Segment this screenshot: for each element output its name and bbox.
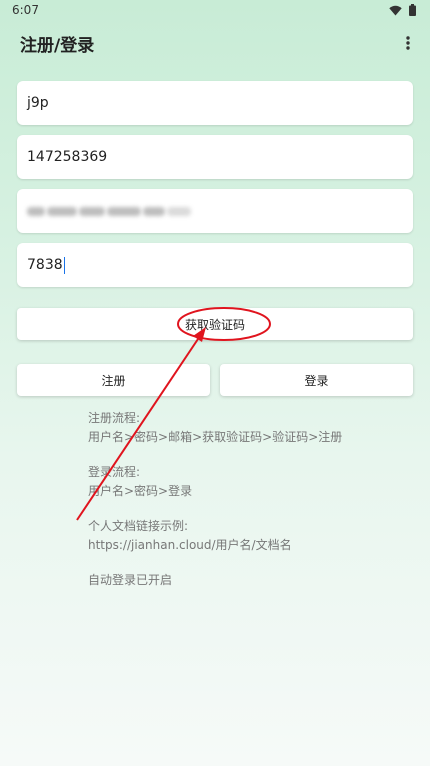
auto-login-block: 自动登录已开启 — [88, 571, 418, 590]
status-time: 6:07 — [12, 3, 39, 17]
email-value-blurred — [27, 206, 191, 216]
login-flow-block: 登录流程: 用户名>密码>登录 — [88, 463, 418, 501]
wifi-icon — [389, 5, 402, 15]
more-options-button[interactable] — [398, 29, 418, 57]
get-code-label: 获取验证码 — [184, 317, 245, 332]
instructions: 注册流程: 用户名>密码>邮箱>获取验证码>验证码>注册 登录流程: 用户名>密… — [88, 409, 418, 606]
more-vert-icon — [406, 36, 410, 50]
email-field[interactable] — [17, 189, 413, 233]
login-flow-steps: 用户名>密码>登录 — [88, 484, 193, 498]
register-flow-title: 注册流程: — [88, 411, 141, 425]
auto-login-status: 自动登录已开启 — [88, 573, 173, 587]
password-value: 147258369 — [27, 149, 108, 165]
username-value: j9p — [27, 95, 49, 111]
username-field[interactable]: j9p — [17, 81, 413, 125]
page-title: 注册/登录 — [20, 35, 95, 56]
login-button[interactable]: 登录 — [220, 364, 413, 396]
app-bar: 注册/登录 — [0, 22, 430, 64]
text-cursor — [63, 256, 66, 274]
verification-code-field[interactable]: 7838 — [17, 243, 413, 287]
get-code-button[interactable]: 获取验证码 — [17, 308, 413, 340]
register-button[interactable]: 注册 — [17, 364, 210, 396]
doc-link-block: 个人文档链接示例: https://jianhan.cloud/用户名/文档名 — [88, 517, 418, 555]
doc-link-title: 个人文档链接示例: — [88, 519, 189, 533]
register-flow-steps: 用户名>密码>邮箱>获取验证码>验证码>注册 — [88, 430, 343, 444]
status-bar: 6:07 — [0, 0, 430, 20]
login-label: 登录 — [304, 373, 329, 388]
battery-icon — [409, 4, 416, 16]
password-field[interactable]: 147258369 — [17, 135, 413, 179]
register-flow-block: 注册流程: 用户名>密码>邮箱>获取验证码>验证码>注册 — [88, 409, 418, 447]
doc-link-example: https://jianhan.cloud/用户名/文档名 — [88, 538, 292, 552]
register-label: 注册 — [101, 373, 126, 388]
verification-code-value: 7838 — [27, 257, 63, 273]
login-flow-title: 登录流程: — [88, 465, 141, 479]
status-icons — [389, 4, 416, 16]
